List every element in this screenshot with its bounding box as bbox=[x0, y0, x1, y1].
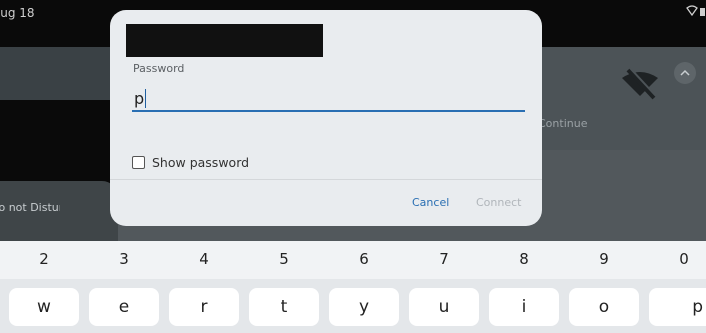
text-cursor bbox=[145, 89, 146, 108]
key-8[interactable]: 8 bbox=[504, 250, 544, 268]
key-i[interactable]: i bbox=[489, 288, 559, 326]
key-p[interactable]: p bbox=[649, 288, 706, 326]
key-9[interactable]: 9 bbox=[584, 250, 624, 268]
key-w[interactable]: w bbox=[9, 288, 79, 326]
password-label: Password bbox=[133, 62, 185, 75]
key-7[interactable]: 7 bbox=[424, 250, 464, 268]
status-icons bbox=[686, 5, 706, 19]
chevron-up-icon bbox=[674, 62, 696, 84]
key-4[interactable]: 4 bbox=[184, 250, 224, 268]
wifi-off-icon bbox=[618, 64, 662, 104]
key-u[interactable]: u bbox=[409, 288, 479, 326]
show-password-checkbox[interactable] bbox=[132, 155, 145, 169]
status-time: Aug 18 bbox=[0, 6, 35, 20]
key-5[interactable]: 5 bbox=[264, 250, 304, 268]
wifi-icon bbox=[686, 5, 705, 17]
redacted-network-name bbox=[126, 24, 323, 57]
key-6[interactable]: 6 bbox=[344, 250, 384, 268]
screen: Aug 18 Continue Do not Disturb Password bbox=[0, 0, 706, 333]
quick-tile-label: Continue bbox=[538, 117, 588, 130]
key-y[interactable]: y bbox=[329, 288, 399, 326]
show-password-row[interactable]: Show password bbox=[132, 153, 249, 171]
on-screen-keyboard: 2 3 4 5 6 7 8 9 0 w e r t y u i o p bbox=[0, 241, 706, 333]
battery-icon bbox=[700, 8, 705, 16]
show-password-label: Show password bbox=[152, 154, 250, 170]
password-input[interactable] bbox=[132, 86, 525, 112]
key-3[interactable]: 3 bbox=[104, 250, 144, 268]
cancel-button[interactable]: Cancel bbox=[412, 196, 449, 209]
connect-button[interactable]: Connect bbox=[476, 196, 521, 209]
key-t[interactable]: t bbox=[249, 288, 319, 326]
dnd-tile-label: Do not Disturb bbox=[0, 201, 60, 214]
key-o[interactable]: o bbox=[569, 288, 639, 326]
wifi-password-dialog: Password Show password Cancel Connect bbox=[110, 10, 542, 226]
key-2[interactable]: 2 bbox=[24, 250, 64, 268]
number-row: 2 3 4 5 6 7 8 9 0 bbox=[0, 241, 706, 279]
key-e[interactable]: e bbox=[89, 288, 159, 326]
key-r[interactable]: r bbox=[169, 288, 239, 326]
dialog-divider bbox=[110, 179, 542, 180]
key-0[interactable]: 0 bbox=[664, 250, 704, 268]
